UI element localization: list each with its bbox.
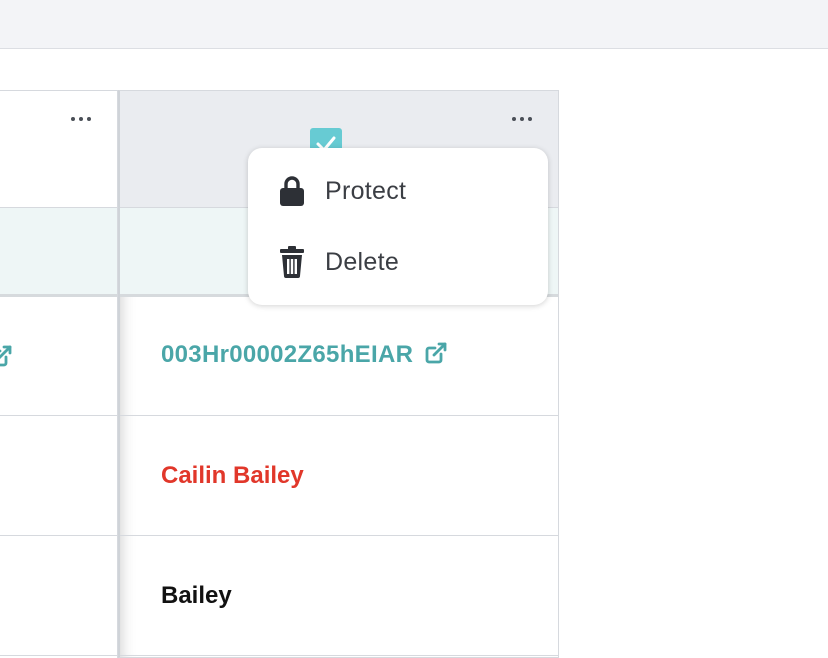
table-cell: Bailey: [120, 537, 558, 656]
column-context-menu: Protect Delete: [248, 148, 548, 305]
table-cell: [0, 297, 117, 416]
menu-item-delete[interactable]: Delete: [248, 232, 548, 292]
top-toolbar: [0, 0, 828, 49]
menu-item-label: Delete: [325, 247, 400, 276]
column-left-header: [0, 91, 117, 208]
table-cell: 003Hr00002Z65hEIAR: [120, 297, 558, 416]
menu-item-label: Protect: [325, 176, 407, 205]
table-cell: Cailin Bailey: [120, 417, 558, 536]
column-left: [0, 90, 118, 658]
record-id-link[interactable]: 003Hr00002Z65hEIAR: [161, 340, 449, 373]
full-name-value: Cailin Bailey: [161, 462, 304, 489]
external-link-icon[interactable]: [0, 343, 14, 373]
record-id-text[interactable]: 003Hr00002Z65hEIAR: [161, 341, 413, 368]
lock-icon: [278, 175, 306, 207]
last-name-value: Bailey: [161, 582, 232, 609]
column-menu-icon[interactable]: [66, 111, 96, 127]
table-cell: [0, 417, 117, 536]
trash-icon: [278, 246, 306, 278]
column-left-filter-row: [0, 208, 117, 297]
column-menu-icon[interactable]: [507, 111, 537, 127]
menu-item-protect[interactable]: Protect: [248, 161, 548, 221]
external-link-icon[interactable]: [423, 340, 449, 373]
table-cell: [0, 537, 117, 656]
